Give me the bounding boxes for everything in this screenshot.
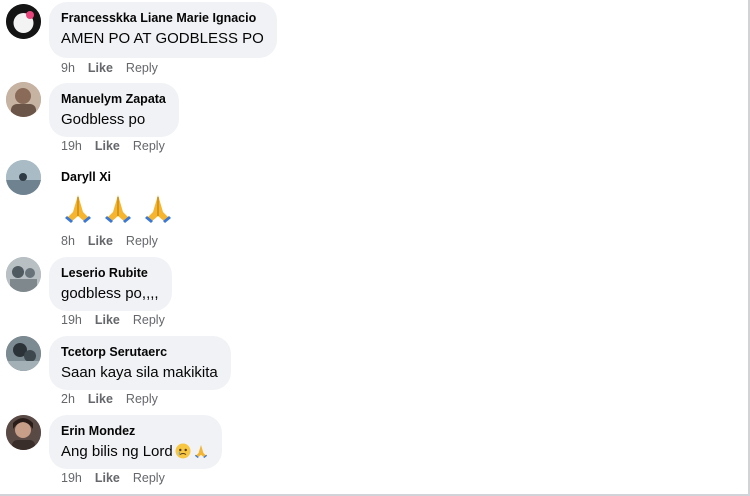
reply-button[interactable]: Reply [126, 233, 158, 249]
comment-bubble: Francesskka Liane Marie Ignacio AMEN PO … [49, 2, 277, 58]
comment-actions: 19h Like Reply [61, 138, 178, 154]
emoji-row [61, 192, 175, 224]
folded-hands-emoji [105, 195, 131, 223]
comment-timestamp[interactable]: 19h [61, 138, 82, 154]
like-button[interactable]: Like [95, 470, 120, 486]
comment-text: godbless po,,,, [61, 285, 159, 302]
like-button[interactable]: Like [95, 138, 120, 154]
comment-timestamp[interactable]: 2h [61, 391, 75, 407]
comment-actions: 9h Like Reply [61, 60, 171, 76]
avatar[interactable] [6, 257, 41, 292]
comment-text: AMEN PO AT GODBLESS PO [61, 30, 264, 47]
reply-button[interactable]: Reply [126, 60, 158, 76]
comment-bubble: Erin Mondez Ang bilis ng Lord [49, 415, 222, 469]
like-button[interactable]: Like [88, 60, 113, 76]
folded-hands-emoji [194, 444, 207, 459]
comment-author[interactable]: Daryll Xi [61, 170, 175, 185]
comment-bubble: Leserio Rubite godbless po,,,, [49, 257, 172, 311]
comment-timestamp[interactable]: 9h [61, 60, 75, 76]
reply-button[interactable]: Reply [126, 391, 158, 407]
avatar[interactable] [6, 4, 41, 39]
comment-author[interactable]: Tcetorp Serutaerc [61, 345, 218, 360]
comment-timestamp[interactable]: 19h [61, 470, 82, 486]
avatar[interactable] [6, 82, 41, 117]
comment-timestamp[interactable]: 8h [61, 233, 75, 249]
comment-text: Ang bilis ng Lord [61, 442, 209, 462]
comment-author[interactable]: Leserio Rubite [61, 266, 159, 281]
comment-actions: 19h Like Reply [61, 312, 178, 328]
comment-text: Godbless po [61, 111, 146, 128]
reply-button[interactable]: Reply [133, 470, 165, 486]
comment-text: Saan kaya sila makikita [61, 364, 218, 381]
crying-face-emoji [175, 443, 191, 459]
comment-text-content: Ang bilis ng Lord [61, 443, 173, 460]
comment-bubble: Daryll Xi [49, 161, 188, 231]
like-button[interactable]: Like [88, 391, 113, 407]
avatar[interactable] [6, 160, 41, 195]
comment-author[interactable]: Manuelym Zapata [61, 92, 166, 107]
avatar[interactable] [6, 336, 41, 371]
comment-actions: 19h Like Reply [61, 470, 178, 486]
avatar[interactable] [6, 415, 41, 450]
reply-button[interactable]: Reply [133, 138, 165, 154]
comment-author[interactable]: Francesskka Liane Marie Ignacio [61, 11, 264, 26]
like-button[interactable]: Like [88, 233, 113, 249]
comment-actions: 2h Like Reply [61, 391, 171, 407]
reply-button[interactable]: Reply [133, 312, 165, 328]
folded-hands-emoji [145, 195, 171, 223]
comment-author[interactable]: Erin Mondez [61, 424, 209, 439]
comment-timestamp[interactable]: 19h [61, 312, 82, 328]
folded-hands-emoji [65, 195, 91, 223]
like-button[interactable]: Like [95, 312, 120, 328]
comment-actions: 8h Like Reply [61, 233, 171, 249]
comment-bubble: Manuelym Zapata Godbless po [49, 83, 179, 137]
comment-bubble: Tcetorp Serutaerc Saan kaya sila makikit… [49, 336, 231, 390]
